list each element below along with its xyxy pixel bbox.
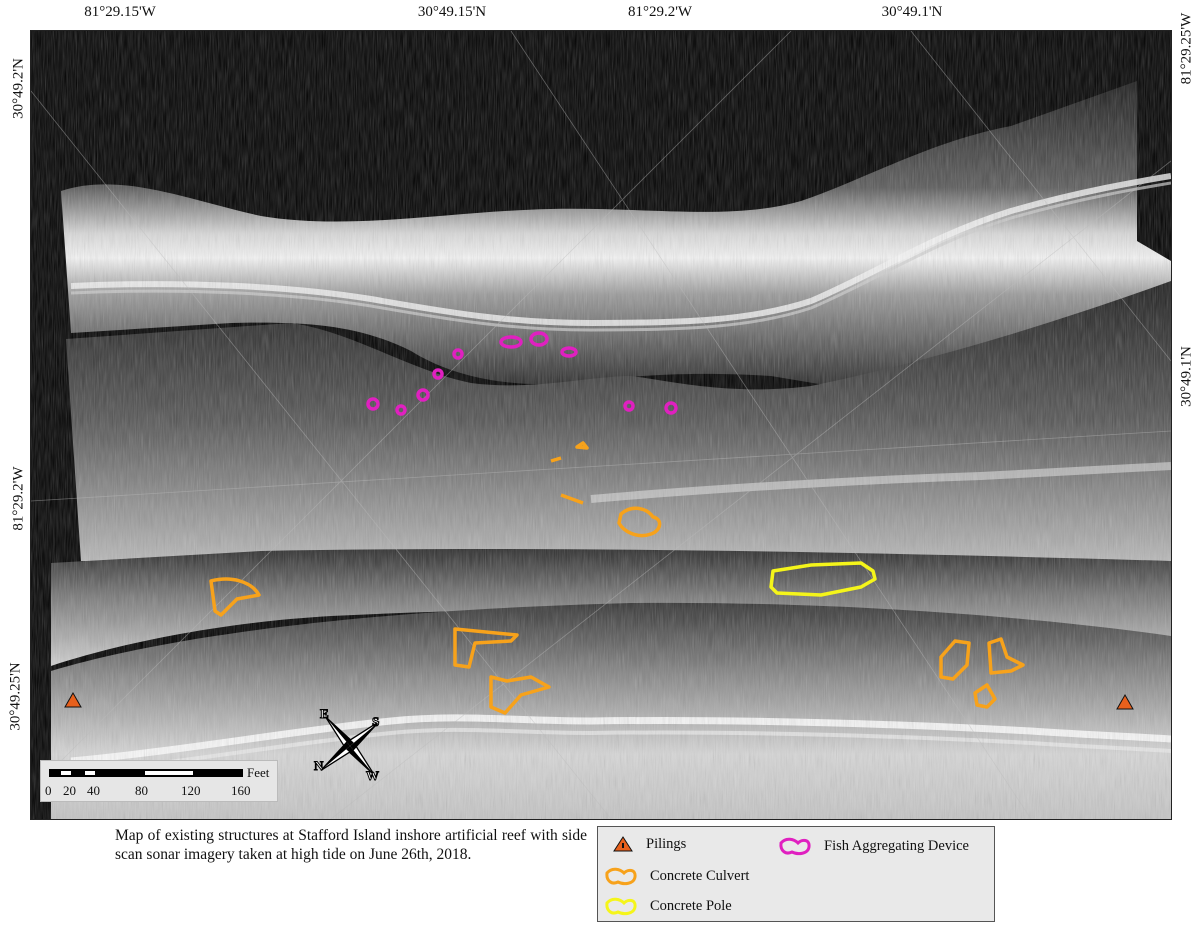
left-coord-label-3: 30°49.25'N (7, 662, 24, 731)
scale-tick: 80 (135, 783, 148, 798)
top-coord-label-1: 81°29.15'W (84, 4, 156, 20)
culvert-outline (453, 627, 519, 669)
structure-overlays (64, 331, 1134, 715)
legend-item-pilings: Pilings (612, 835, 686, 853)
scale-unit: Feet (247, 765, 270, 780)
fad-outline (623, 400, 635, 412)
fad-outline (416, 388, 430, 402)
culvert-outline (617, 506, 662, 538)
culvert-outline (973, 683, 997, 709)
sonar-map[interactable] (30, 30, 1172, 820)
fad-outline (529, 331, 549, 347)
compass-letter: E (320, 706, 330, 722)
fad-outline (395, 404, 407, 416)
compass-letter: W (366, 768, 380, 784)
compass-letter: S (371, 714, 380, 730)
culvert-outline (560, 493, 584, 505)
polygon-icon (779, 837, 811, 856)
scale-tick: 0 (45, 783, 52, 798)
top-coord-label-3: 81°29.2'W (627, 4, 693, 20)
legend-item-culvert: Concrete Culvert (604, 865, 749, 887)
scale-tick: 40 (87, 783, 100, 798)
culvert-outline (939, 639, 971, 681)
map-legend: Pilings Fish Aggregating Device Concrete… (597, 826, 995, 922)
culvert-outline (209, 577, 261, 617)
left-coord-label-2: 81°29.2'W (10, 466, 27, 531)
top-coord-label-4: 30°49.1'N (881, 4, 943, 20)
culvert-outline (550, 456, 562, 463)
fad-outline (452, 348, 464, 360)
piling-marker (64, 691, 1134, 710)
fad-outline (366, 397, 380, 411)
left-coord-label-1: 30°49.2'N (10, 58, 27, 119)
culvert-outline (489, 675, 551, 715)
legend-item-pole: Concrete Pole (604, 895, 732, 917)
fad-outline (560, 346, 578, 358)
polygon-icon (605, 867, 637, 886)
culvert-outline (987, 637, 1025, 675)
pole-outline (769, 561, 877, 597)
scale-bar: Feet 0 20 40 80 120 160 (40, 760, 278, 802)
compass-letter: N (313, 758, 324, 774)
right-coord-label-1: 81°29.25'W (1178, 12, 1195, 85)
map-caption: Map of existing structures at Stafford I… (115, 827, 587, 863)
scale-tick: 20 (63, 783, 76, 798)
compass-rose-icon: E S N W (310, 702, 390, 790)
fad-outline (664, 401, 678, 415)
scale-tick: 160 (231, 783, 251, 798)
polygon-icon (605, 897, 637, 916)
fad-outline (499, 335, 523, 349)
top-coord-label-2: 30°49.15'N (417, 4, 487, 20)
right-coord-label-2: 30°49.1'N (1178, 346, 1195, 407)
triangle-icon (613, 836, 633, 852)
legend-item-fad: Fish Aggregating Device (778, 835, 969, 857)
scale-tick: 120 (181, 783, 201, 798)
fad-outline (432, 368, 444, 380)
culvert-outline (575, 441, 589, 450)
